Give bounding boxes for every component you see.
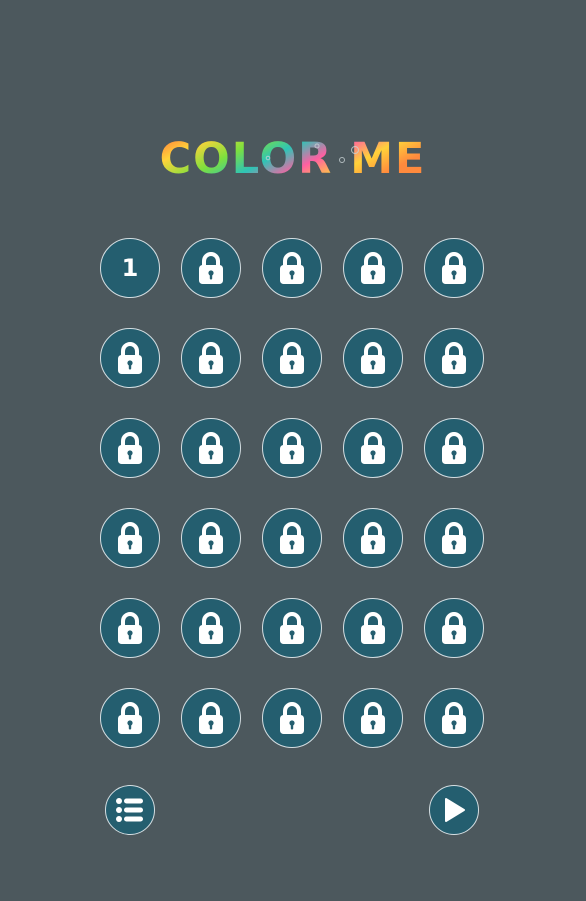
level-button-locked[interactable] (181, 598, 241, 658)
lock-icon (280, 702, 304, 734)
lock-icon (442, 612, 466, 644)
level-button-locked[interactable] (100, 508, 160, 568)
lock-icon (118, 522, 142, 554)
lock-icon (118, 432, 142, 464)
lock-icon (280, 342, 304, 374)
lock-icon (118, 612, 142, 644)
level-button-locked[interactable] (181, 418, 241, 478)
play-button[interactable] (429, 785, 479, 835)
level-button-locked[interactable] (181, 328, 241, 388)
lock-icon (199, 342, 223, 374)
game-logo: COLOR ME (0, 128, 586, 186)
lock-icon (280, 432, 304, 464)
level-button-locked[interactable] (262, 688, 322, 748)
lock-icon (118, 702, 142, 734)
level-button-unlocked[interactable]: 1 (100, 238, 160, 298)
level-button-locked[interactable] (424, 238, 484, 298)
level-button-locked[interactable] (100, 328, 160, 388)
level-number: 1 (121, 254, 139, 282)
level-button-locked[interactable] (100, 418, 160, 478)
level-button-locked[interactable] (343, 688, 403, 748)
level-button-locked[interactable] (181, 508, 241, 568)
lock-icon (118, 342, 142, 374)
lock-icon (361, 702, 385, 734)
level-button-locked[interactable] (424, 418, 484, 478)
level-select-grid: 1 (100, 238, 486, 748)
level-button-locked[interactable] (262, 598, 322, 658)
level-button-locked[interactable] (262, 508, 322, 568)
lock-icon (442, 252, 466, 284)
level-button-locked[interactable] (343, 238, 403, 298)
play-icon (445, 798, 465, 822)
level-button-locked[interactable] (100, 688, 160, 748)
lock-icon (199, 612, 223, 644)
level-button-locked[interactable] (262, 418, 322, 478)
level-button-locked[interactable] (424, 598, 484, 658)
level-button-locked[interactable] (343, 598, 403, 658)
lock-icon (442, 432, 466, 464)
level-button-locked[interactable] (343, 418, 403, 478)
level-button-locked[interactable] (343, 328, 403, 388)
lock-icon (280, 252, 304, 284)
level-list-button[interactable] (105, 785, 155, 835)
lock-icon (199, 522, 223, 554)
lock-icon (442, 522, 466, 554)
level-button-locked[interactable] (100, 598, 160, 658)
level-button-locked[interactable] (262, 238, 322, 298)
list-icon (116, 798, 143, 822)
lock-icon (442, 342, 466, 374)
lock-icon (199, 702, 223, 734)
lock-icon (361, 252, 385, 284)
lock-icon (361, 522, 385, 554)
lock-icon (199, 432, 223, 464)
level-button-locked[interactable] (424, 508, 484, 568)
level-button-locked[interactable] (262, 328, 322, 388)
lock-icon (361, 342, 385, 374)
lock-icon (361, 612, 385, 644)
game-title: COLOR ME (160, 134, 427, 184)
level-button-locked[interactable] (424, 688, 484, 748)
lock-icon (280, 612, 304, 644)
lock-icon (361, 432, 385, 464)
lock-icon (442, 702, 466, 734)
level-button-locked[interactable] (181, 238, 241, 298)
level-button-locked[interactable] (181, 688, 241, 748)
level-button-locked[interactable] (343, 508, 403, 568)
level-button-locked[interactable] (424, 328, 484, 388)
lock-icon (199, 252, 223, 284)
game-logo-art: COLOR ME (160, 134, 427, 184)
lock-icon (280, 522, 304, 554)
